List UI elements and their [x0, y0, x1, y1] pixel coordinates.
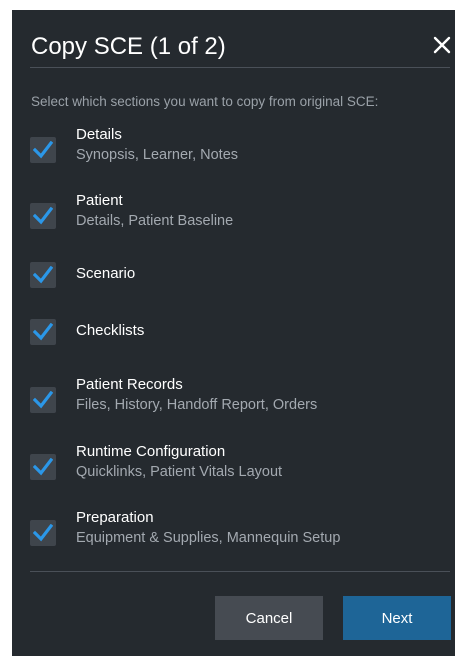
checkmark-icon	[33, 323, 53, 341]
checkmark-icon	[33, 391, 53, 409]
option-label: Patient Records	[76, 376, 183, 393]
checkbox-checklists[interactable]	[30, 319, 56, 345]
checkmark-icon	[33, 141, 53, 159]
checkmark-icon	[33, 524, 53, 542]
option-preparation[interactable]: Preparation Equipment & Supplies, Manneq…	[30, 509, 440, 549]
dialog-title: Copy SCE (1 of 2)	[31, 33, 226, 60]
checkmark-icon	[33, 207, 53, 225]
option-label: Runtime Configuration	[76, 443, 226, 460]
title-divider	[30, 67, 450, 68]
checkmark-icon	[33, 266, 53, 284]
checkbox-details[interactable]	[30, 137, 56, 163]
close-icon[interactable]	[429, 32, 455, 58]
checkbox-patient[interactable]	[30, 203, 56, 229]
copy-sce-dialog: Copy SCE (1 of 2) Select which sections …	[12, 10, 455, 656]
instruction-text: Select which sections you want to copy f…	[31, 94, 379, 109]
option-patient[interactable]: Patient Details, Patient Baseline	[30, 192, 440, 232]
option-description: Synopsis, Learner, Notes	[76, 147, 239, 163]
next-button[interactable]: Next	[343, 596, 451, 640]
checkbox-scenario[interactable]	[30, 262, 56, 288]
checkbox-patient-records[interactable]	[30, 387, 56, 413]
option-label: Details	[76, 126, 122, 143]
option-patient-records[interactable]: Patient Records Files, History, Handoff …	[30, 376, 440, 416]
option-label: Preparation	[76, 509, 154, 526]
option-details[interactable]: Details Synopsis, Learner, Notes	[30, 126, 440, 166]
cancel-button[interactable]: Cancel	[215, 596, 323, 640]
checkbox-runtime-configuration[interactable]	[30, 454, 56, 480]
option-checklists[interactable]: Checklists	[30, 319, 440, 359]
option-description: Quicklinks, Patient Vitals Layout	[76, 464, 283, 480]
option-description: Equipment & Supplies, Mannequin Setup	[76, 530, 341, 546]
footer-divider	[30, 571, 450, 572]
option-label: Scenario	[76, 265, 136, 282]
option-description: Details, Patient Baseline	[76, 213, 234, 229]
option-label: Checklists	[76, 322, 145, 339]
option-label: Patient	[76, 192, 123, 209]
checkbox-preparation[interactable]	[30, 520, 56, 546]
checkmark-icon	[33, 458, 53, 476]
option-scenario[interactable]: Scenario	[30, 262, 440, 302]
option-runtime-configuration[interactable]: Runtime Configuration Quicklinks, Patien…	[30, 443, 440, 483]
option-description: Files, History, Handoff Report, Orders	[76, 397, 318, 413]
